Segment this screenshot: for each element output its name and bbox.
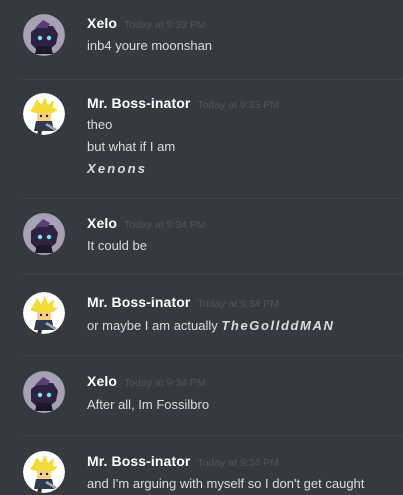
xelo-avatar-icon[interactable]	[23, 14, 65, 56]
stylized-text: TheGollddMAN	[221, 318, 335, 333]
message-text: After all, Im Fossilbro	[87, 397, 210, 412]
boss-avatar-icon[interactable]	[23, 93, 65, 135]
username[interactable]: Xelo	[87, 215, 117, 231]
message-divider	[20, 274, 403, 275]
timestamp: Today at 9:33 PM	[197, 99, 280, 111]
username[interactable]: Mr. Boss-inator	[87, 294, 190, 310]
chat-messages: Xelo Today at 9:33 PM inb4 youre moonshan…	[0, 0, 403, 495]
message-divider	[20, 435, 403, 436]
username[interactable]: Mr. Boss-inator	[87, 95, 190, 111]
timestamp: Today at 9:34 PM	[123, 219, 206, 231]
message-divider	[20, 79, 403, 80]
message-divider	[20, 355, 403, 356]
timestamp: Today at 9:34 PM	[123, 377, 206, 389]
timestamp: Today at 9:34 PM	[197, 457, 280, 469]
username[interactable]: Mr. Boss-inator	[87, 453, 190, 469]
message-text: but what if I am	[87, 139, 176, 154]
message-text: Xenons	[87, 161, 147, 176]
message-text: It could be	[87, 238, 147, 253]
boss-avatar-icon[interactable]	[23, 292, 65, 334]
xelo-avatar-icon[interactable]	[23, 371, 65, 413]
message-text: and I'm arguing with myself so I don't g…	[87, 476, 365, 491]
message-text: theo	[87, 117, 113, 132]
boss-avatar-icon[interactable]	[23, 451, 65, 493]
timestamp: Today at 9:33 PM	[123, 19, 206, 31]
message-text: or maybe I am actually TheGollddMAN	[87, 318, 334, 333]
username[interactable]: Xelo	[87, 15, 117, 31]
message-divider	[20, 198, 403, 199]
username[interactable]: Xelo	[87, 373, 117, 389]
stylized-text: Xenons	[87, 161, 148, 176]
message-text-plain: or maybe I am actually	[87, 318, 222, 333]
message-text: inb4 youre moonshan	[87, 38, 213, 53]
timestamp: Today at 9:34 PM	[197, 298, 280, 310]
xelo-avatar-icon[interactable]	[23, 213, 65, 255]
